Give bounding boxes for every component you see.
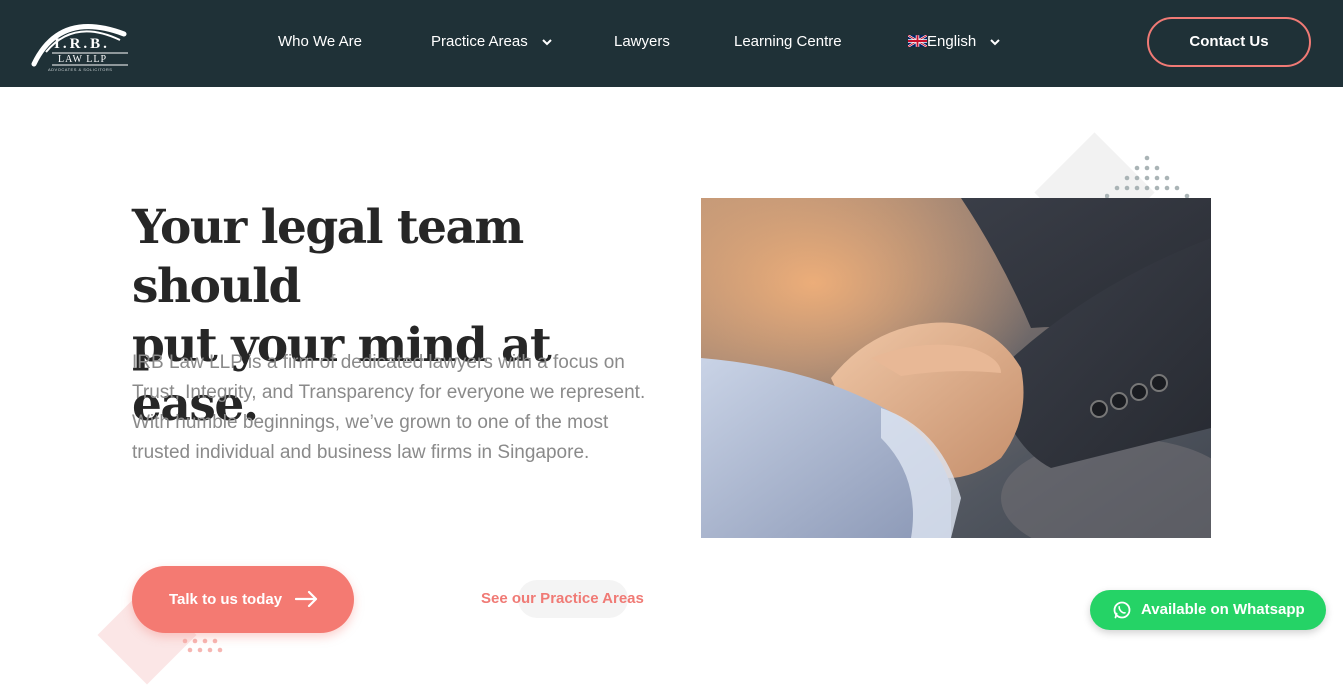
logo-subtext: LAW LLP bbox=[58, 54, 108, 65]
chevron-down-icon bbox=[990, 38, 1001, 45]
nav-language-selector[interactable]: English bbox=[907, 32, 1001, 52]
handshake-image bbox=[701, 198, 1211, 538]
logo-text: I.R.B. bbox=[54, 36, 110, 52]
site-header: I.R.B. LAW LLP ADVOCATES & SOLICITORS Wh… bbox=[0, 0, 1343, 87]
nav-label: English bbox=[927, 33, 977, 50]
nav-label: Lawyers bbox=[614, 33, 670, 50]
chevron-down-icon bbox=[542, 38, 552, 45]
cta-label: Talk to us today bbox=[169, 591, 283, 608]
whatsapp-button[interactable]: Available on Whatsapp bbox=[1090, 590, 1326, 630]
nav-label: Learning Centre bbox=[734, 33, 842, 50]
uk-flag-icon bbox=[907, 34, 928, 48]
decorative-dots-icon bbox=[182, 638, 223, 653]
nav-lawyers[interactable]: Lawyers bbox=[614, 32, 670, 52]
irb-logo[interactable]: I.R.B. LAW LLP ADVOCATES & SOLICITORS bbox=[30, 12, 134, 74]
arrow-right-icon bbox=[295, 590, 318, 608]
contact-us-button[interactable]: Contact Us bbox=[1147, 17, 1311, 67]
talk-to-us-button[interactable]: Talk to us today bbox=[132, 566, 354, 633]
logo-tagline: ADVOCATES & SOLICITORS bbox=[48, 67, 113, 72]
nav-learning-centre[interactable]: Learning Centre bbox=[734, 32, 842, 52]
nav-label: Who We Are bbox=[278, 33, 362, 50]
handshake-photo bbox=[701, 198, 1211, 538]
whatsapp-icon bbox=[1113, 601, 1131, 619]
hero-title-line: Your legal team should bbox=[132, 200, 524, 314]
nav-label: Practice Areas bbox=[431, 33, 528, 50]
see-practice-areas-link[interactable]: See our Practice Areas bbox=[481, 590, 644, 607]
whatsapp-label: Available on Whatsapp bbox=[1141, 601, 1305, 618]
nav-practice-areas[interactable]: Practice Areas bbox=[431, 32, 552, 52]
decorative-dots-icon bbox=[1105, 155, 1190, 199]
nav-who-we-are[interactable]: Who We Are bbox=[278, 32, 362, 52]
hero-description: IRB Law LLP is a firm of dedicated lawye… bbox=[132, 352, 646, 463]
